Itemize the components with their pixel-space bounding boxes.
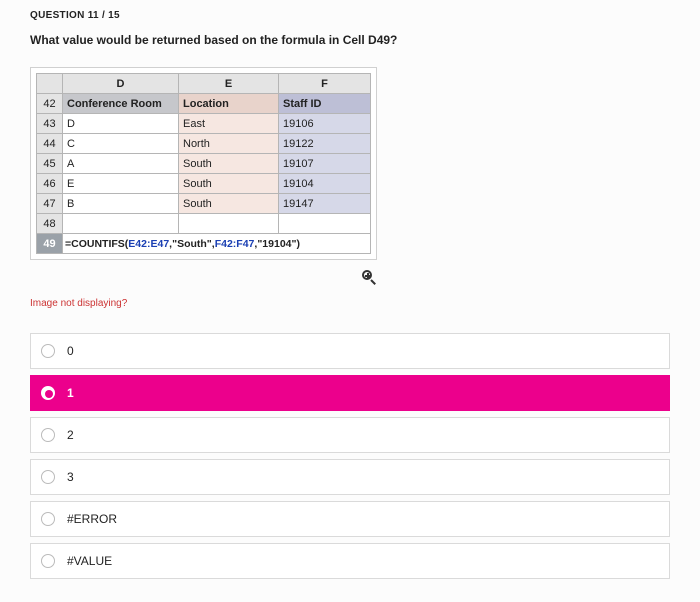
- row-header: 45: [37, 154, 63, 174]
- row-header: 49: [37, 234, 63, 254]
- spreadsheet-table: D E F 42Conference RoomLocationStaff ID4…: [36, 73, 371, 254]
- answer-options: 0 1 2 3 #ERROR #VALUE: [30, 333, 670, 579]
- answer-label: 3: [67, 470, 74, 484]
- radio-icon: [41, 554, 55, 568]
- table-row: 44CNorth19122: [37, 134, 371, 154]
- formula-row: 49=COUNTIFS(E42:E47,"South",F42:F47,"191…: [37, 234, 371, 254]
- answer-option[interactable]: 2: [30, 417, 670, 453]
- table-row: 43DEast19106: [37, 114, 371, 134]
- table-row: 45ASouth19107: [37, 154, 371, 174]
- table-row: 46ESouth19104: [37, 174, 371, 194]
- cell: D: [63, 114, 179, 134]
- cell: B: [63, 194, 179, 214]
- answer-option[interactable]: 1: [30, 375, 670, 411]
- cell: 19122: [279, 134, 371, 154]
- answer-label: 2: [67, 428, 74, 442]
- answer-option[interactable]: #ERROR: [30, 501, 670, 537]
- cell: [279, 214, 371, 234]
- question-prompt: What value would be returned based on th…: [30, 33, 682, 47]
- corner-cell: [37, 74, 63, 94]
- answer-label: #ERROR: [67, 512, 117, 526]
- answer-label: #VALUE: [67, 554, 112, 568]
- radio-icon: [41, 344, 55, 358]
- image-not-displaying-link[interactable]: Image not displaying?: [30, 298, 682, 309]
- cell: North: [179, 134, 279, 154]
- cell: Location: [179, 94, 279, 114]
- row-header: 47: [37, 194, 63, 214]
- cell: Staff ID: [279, 94, 371, 114]
- col-header-d: D: [63, 74, 179, 94]
- spreadsheet-image: D E F 42Conference RoomLocationStaff ID4…: [30, 67, 377, 260]
- answer-option[interactable]: #VALUE: [30, 543, 670, 579]
- answer-option[interactable]: 3: [30, 459, 670, 495]
- answer-option[interactable]: 0: [30, 333, 670, 369]
- radio-icon: [41, 428, 55, 442]
- cell: 19107: [279, 154, 371, 174]
- column-header-row: D E F: [37, 74, 371, 94]
- cell: East: [179, 114, 279, 134]
- cell: South: [179, 194, 279, 214]
- zoom-icon[interactable]: [361, 269, 377, 285]
- table-row: 48: [37, 214, 371, 234]
- table-row: 47BSouth19147: [37, 194, 371, 214]
- formula-cell: =COUNTIFS(E42:E47,"South",F42:F47,"19104…: [63, 234, 371, 254]
- cell: A: [63, 154, 179, 174]
- row-header: 44: [37, 134, 63, 154]
- radio-icon: [41, 512, 55, 526]
- cell: C: [63, 134, 179, 154]
- cell: 19104: [279, 174, 371, 194]
- table-row: 42Conference RoomLocationStaff ID: [37, 94, 371, 114]
- col-header-e: E: [179, 74, 279, 94]
- row-header: 42: [37, 94, 63, 114]
- radio-icon: [41, 470, 55, 484]
- row-header: 46: [37, 174, 63, 194]
- cell: 19106: [279, 114, 371, 134]
- row-header: 48: [37, 214, 63, 234]
- cell: Conference Room: [63, 94, 179, 114]
- answer-label: 0: [67, 344, 74, 358]
- radio-icon: [41, 386, 55, 400]
- cell: South: [179, 174, 279, 194]
- question-number: QUESTION 11 / 15: [30, 10, 682, 21]
- row-header: 43: [37, 114, 63, 134]
- cell: South: [179, 154, 279, 174]
- answer-label: 1: [67, 386, 74, 400]
- col-header-f: F: [279, 74, 371, 94]
- cell: [63, 214, 179, 234]
- cell: 19147: [279, 194, 371, 214]
- cell: E: [63, 174, 179, 194]
- cell: [179, 214, 279, 234]
